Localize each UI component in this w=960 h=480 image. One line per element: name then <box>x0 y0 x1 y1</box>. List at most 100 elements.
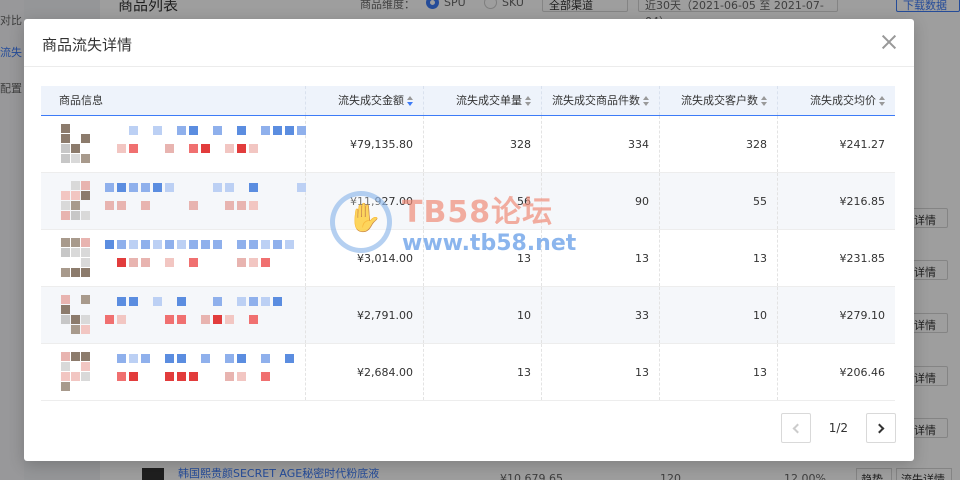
redacted-pixel <box>165 258 174 267</box>
redacted-pixel <box>201 240 210 249</box>
redacted-pixel <box>71 325 80 334</box>
redacted-pixel <box>71 154 80 163</box>
redacted-pixel <box>117 297 126 306</box>
table-header: 商品信息 流失成交金额 流失成交单量 流失成交商品件数 流失成交客户数 流失成交… <box>41 86 895 116</box>
churn-table: 商品信息 流失成交金额 流失成交单量 流失成交商品件数 流失成交客户数 流失成交… <box>41 86 895 401</box>
column-header-avg-price[interactable]: 流失成交均价 <box>778 86 895 115</box>
redacted-pixel <box>61 191 70 200</box>
redacted-pixel <box>153 240 162 249</box>
modal-header: 商品流失详情 <box>24 19 914 67</box>
redacted-pixel <box>61 144 70 153</box>
redacted-pixel <box>249 315 258 324</box>
redacted-pixel <box>129 144 138 153</box>
redacted-pixel <box>129 183 138 192</box>
redacted-pixel <box>61 154 70 163</box>
redacted-pixel <box>297 126 306 135</box>
redacted-pixel <box>61 315 70 324</box>
close-icon[interactable] <box>880 33 898 51</box>
redacted-pixel <box>81 154 90 163</box>
redacted-pixel <box>61 382 70 391</box>
avg-price-cell: ¥206.46 <box>839 365 886 379</box>
customers-cell: 13 <box>660 344 778 400</box>
avg-price-cell: ¥216.85 <box>839 194 886 208</box>
orders-cell: 13 <box>424 230 542 286</box>
redacted-pixel <box>225 183 234 192</box>
redacted-pixel <box>273 126 282 135</box>
orders-cell: 10 <box>424 287 542 343</box>
orders-cell: 328 <box>424 116 542 172</box>
redacted-pixel <box>117 315 126 324</box>
sort-icon[interactable] <box>879 95 885 106</box>
column-header-orders[interactable]: 流失成交单量 <box>424 86 542 115</box>
redacted-pixel <box>261 297 270 306</box>
redacted-pixel <box>71 238 80 247</box>
redacted-pixel <box>261 240 270 249</box>
next-page-button[interactable] <box>866 413 896 443</box>
items-cell: 13 <box>542 230 660 286</box>
amount-cell: ¥79,135.80 <box>306 116 424 172</box>
column-header-product: 商品信息 <box>41 86 306 115</box>
column-header-items[interactable]: 流失成交商品件数 <box>542 86 660 115</box>
redacted-pixel <box>165 315 174 324</box>
column-header-customers[interactable]: 流失成交客户数 <box>660 86 778 115</box>
redacted-pixel <box>81 315 90 324</box>
redacted-pixel <box>129 240 138 249</box>
redacted-pixel <box>81 191 90 200</box>
column-header-amount[interactable]: 流失成交金额 <box>306 86 424 115</box>
redacted-pixel <box>177 372 186 381</box>
redacted-pixel <box>237 258 246 267</box>
amount-cell: ¥2,791.00 <box>306 287 424 343</box>
redacted-pixel <box>261 354 270 363</box>
redacted-pixel <box>177 354 186 363</box>
redacted-pixel <box>237 372 246 381</box>
redacted-pixel <box>117 144 126 153</box>
product-info-cell <box>41 287 306 343</box>
customers-cell: 55 <box>660 173 778 229</box>
amount-cell: ¥2,684.00 <box>306 344 424 400</box>
items-cell: 334 <box>542 116 660 172</box>
redacted-pixel <box>81 325 90 334</box>
column-label: 商品信息 <box>59 93 103 107</box>
redacted-pixel <box>237 144 246 153</box>
sort-icon[interactable] <box>643 95 649 106</box>
column-label: 流失成交金额 <box>338 93 404 107</box>
redacted-pixel <box>177 297 186 306</box>
product-info-cell <box>41 116 306 172</box>
redacted-pixel <box>105 201 114 210</box>
chevron-right-icon <box>874 423 885 433</box>
redacted-pixel <box>249 240 258 249</box>
churn-detail-modal: 商品流失详情 商品信息 流失成交金额 流失成交单量 流失成交商品件数 流失成交客… <box>24 19 914 461</box>
sort-icon[interactable] <box>761 95 767 106</box>
redacted-pixel <box>61 372 70 381</box>
redacted-pixel <box>165 183 174 192</box>
redacted-pixel <box>189 144 198 153</box>
redacted-pixel <box>71 201 80 210</box>
redacted-pixel <box>117 258 126 267</box>
redacted-pixel <box>297 183 306 192</box>
orders-cell: 13 <box>424 344 542 400</box>
redacted-pixel <box>71 315 80 324</box>
redacted-pixel <box>81 181 90 190</box>
sort-icon[interactable] <box>525 95 531 106</box>
product-info-blurred <box>61 122 306 166</box>
redacted-pixel <box>201 144 210 153</box>
redacted-pixel <box>201 315 210 324</box>
prev-page-button[interactable] <box>780 413 811 443</box>
redacted-pixel <box>237 354 246 363</box>
redacted-pixel <box>153 297 162 306</box>
redacted-pixel <box>237 240 246 249</box>
redacted-pixel <box>213 183 222 192</box>
redacted-pixel <box>261 372 270 381</box>
items-cell: 33 <box>542 287 660 343</box>
redacted-pixel <box>177 315 186 324</box>
redacted-pixel <box>117 354 126 363</box>
redacted-pixel <box>71 372 80 381</box>
redacted-pixel <box>249 258 258 267</box>
redacted-pixel <box>165 372 174 381</box>
table-row: ¥11,927.00 56 90 55 ¥216.85 <box>41 173 895 230</box>
redacted-pixel <box>189 126 198 135</box>
redacted-pixel <box>141 258 150 267</box>
redacted-pixel <box>117 201 126 210</box>
redacted-pixel <box>273 240 282 249</box>
sort-icon[interactable] <box>407 95 413 106</box>
